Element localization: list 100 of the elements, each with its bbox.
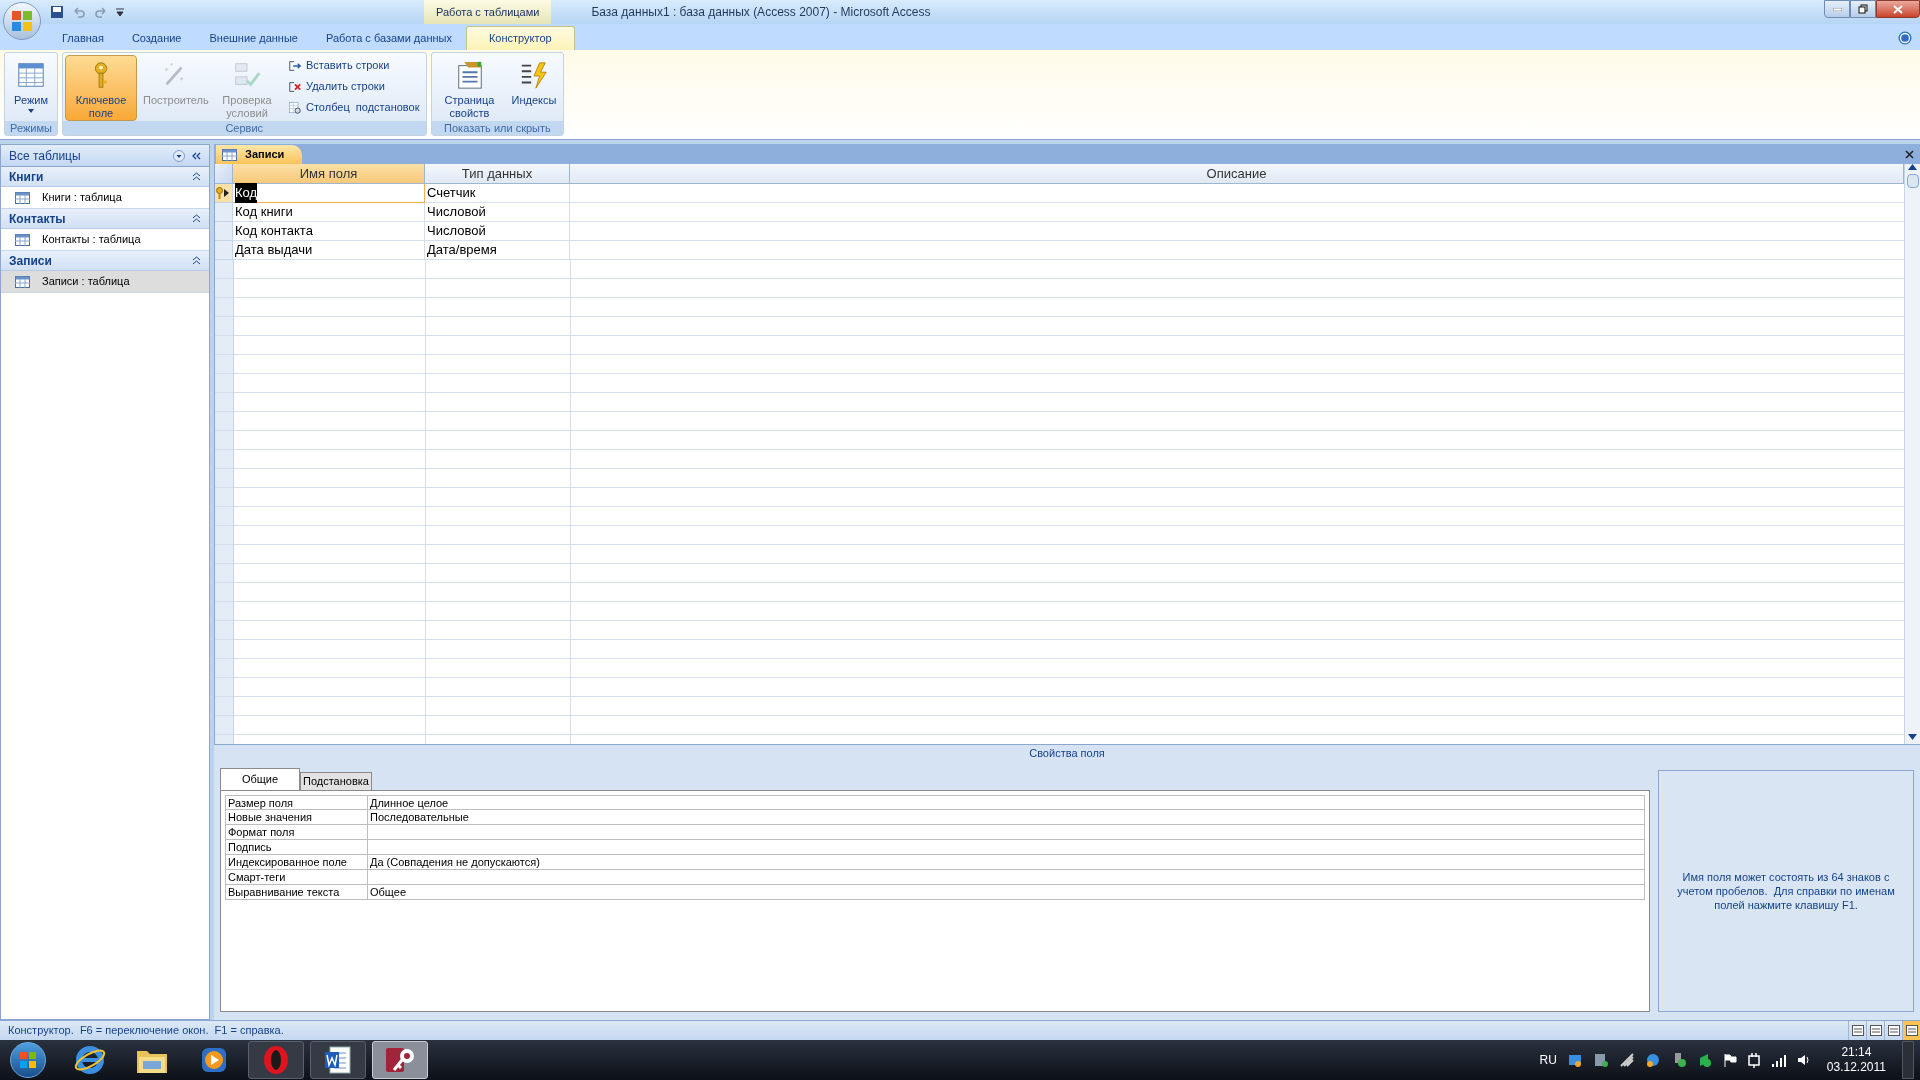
property-value[interactable]: Длинное целое <box>368 796 451 809</box>
office-button[interactable] <box>3 2 41 40</box>
office-logo-icon <box>11 10 33 32</box>
group-label: Сервис <box>63 121 426 135</box>
property-label: Формат поля <box>226 825 368 839</box>
table-cell[interactable]: Числовой <box>425 203 570 222</box>
view-button[interactable] <box>1902 1021 1920 1040</box>
context-tab-group: Работа с таблицами <box>424 0 552 24</box>
table-cell[interactable]: Счетчик <box>425 184 570 203</box>
group-header[interactable]: Записи <box>1 251 209 271</box>
clock[interactable]: 21:14 03.12.2011 <box>1826 1045 1886 1075</box>
group-header[interactable]: Контакты <box>1 209 209 229</box>
nav-item[interactable]: Записи : таблица <box>1 271 209 293</box>
view-icon <box>1905 1025 1918 1036</box>
table-cell[interactable]: Код <box>233 184 425 203</box>
section-heading: Свойства поля <box>214 744 1920 762</box>
view-icon <box>1869 1025 1882 1036</box>
close-icon[interactable] <box>1905 150 1914 159</box>
property-tab[interactable]: Подстановка <box>300 772 372 790</box>
table-cell[interactable]: Дата выдачи <box>233 241 425 260</box>
start-button[interactable] <box>10 1042 46 1078</box>
property-label: Индексированное поле <box>226 855 368 869</box>
table-cell[interactable]: Числовой <box>425 222 570 241</box>
flag-icon[interactable] <box>1722 1053 1737 1067</box>
taskbar-app[interactable] <box>310 1041 366 1079</box>
help-icon[interactable] <box>1898 31 1912 45</box>
power-plug-icon[interactable] <box>1746 1052 1761 1068</box>
ribbon-tab[interactable]: Создание <box>117 26 196 50</box>
column-header[interactable]: Имя поля <box>233 164 425 184</box>
property-value[interactable]: Да (Совпадения не допускаются) <box>368 855 542 869</box>
insert-rows-icon <box>288 58 302 73</box>
globe-e-icon <box>73 1043 107 1077</box>
property-label: Размер поля <box>226 796 368 809</box>
ribbon-button[interactable]: Столбец подстановок <box>284 97 424 118</box>
property-label: Выравнивание текста <box>226 885 368 899</box>
restore-button[interactable] <box>1850 0 1876 18</box>
scroll-thumb[interactable] <box>1906 174 1919 188</box>
ribbon-button[interactable]: Удалить строки <box>284 76 424 97</box>
property-tab[interactable]: Общие <box>220 768 300 790</box>
property-value[interactable]: Общее <box>368 885 409 899</box>
ribbon-button[interactable]: Вставить строки <box>284 55 424 76</box>
view-icon <box>1851 1025 1864 1036</box>
table-cell[interactable]: Код контакта <box>233 222 425 241</box>
collapse-icon <box>192 214 201 223</box>
table-cell[interactable]: Код книги <box>233 203 425 222</box>
property-label: Новые значения <box>226 810 368 824</box>
ribbon-button[interactable]: Ключевое поле <box>65 55 137 121</box>
ribbon-button[interactable]: Страница свойств <box>433 55 506 121</box>
tray-icon[interactable] <box>1644 1052 1661 1068</box>
property-label: Смарт-теги <box>226 870 368 884</box>
ribbon-button[interactable]: Индексы <box>506 55 562 121</box>
windows-logo-icon <box>19 1051 37 1069</box>
table-icon <box>15 233 30 246</box>
window-title: База данных1 : база данных (Access 2007) - Microsoft Access <box>591 4 931 21</box>
close-icon <box>1893 4 1903 14</box>
table-cell[interactable]: Дата/время <box>425 241 570 260</box>
row-selector[interactable] <box>215 184 233 203</box>
table-icon <box>222 148 237 161</box>
key-icon <box>215 187 224 199</box>
group-label: Режимы <box>5 121 57 135</box>
opera-icon <box>261 1044 291 1076</box>
restore-icon <box>1858 4 1868 14</box>
signal-icon[interactable] <box>1770 1053 1787 1067</box>
view-icon <box>1887 1025 1900 1036</box>
language-indicator[interactable]: RU <box>1539 1051 1557 1069</box>
ribbon-tab[interactable]: Внешние данные <box>195 26 312 50</box>
column-header[interactable]: Тип данных <box>425 164 570 184</box>
speaker-icon[interactable] <box>1796 1053 1811 1067</box>
tray-icon[interactable] <box>1592 1052 1609 1068</box>
status-text: Конструктор. F6 = переключение окон. F1 = справка. <box>8 1023 284 1039</box>
ribbon-button[interactable]: Режим <box>7 55 55 121</box>
datasheet-icon <box>16 60 46 90</box>
tray-icon[interactable] <box>1566 1052 1583 1068</box>
group-label: Показать или скрыть <box>431 121 564 135</box>
tray-icon[interactable] <box>1618 1052 1635 1068</box>
minimize-icon <box>1832 7 1842 11</box>
document-tab[interactable]: Записи <box>216 145 303 164</box>
ribbon-tab[interactable]: Конструктор <box>465 26 575 50</box>
collapse-icon[interactable] <box>191 150 201 161</box>
collapse-icon <box>192 172 201 181</box>
collapse-icon <box>192 256 201 265</box>
save-icon[interactable] <box>50 5 64 19</box>
property-value[interactable]: Последовательные <box>368 810 471 824</box>
document-icon <box>322 1044 354 1076</box>
play-icon <box>199 1045 229 1075</box>
lookup-column-icon <box>288 100 302 115</box>
help-text: Имя поля может состоять из 64 знаков с учетом пробелов. Для справки по именам полей нажмите клавишу F1. <box>1676 870 1896 912</box>
delete-rows-icon <box>288 79 302 94</box>
customize-icon[interactable] <box>116 7 124 17</box>
group-header[interactable]: Книги <box>1 167 209 187</box>
dropdown-icon[interactable] <box>173 149 185 162</box>
close-button[interactable] <box>1876 0 1920 18</box>
scrollbar[interactable] <box>1904 164 1920 744</box>
table-icon <box>15 275 30 288</box>
current-row-icon <box>224 189 229 197</box>
ribbon-tab[interactable]: Работа с базами данных <box>311 26 466 50</box>
scroll-down-icon <box>1908 734 1917 740</box>
ribbon-tab[interactable]: Главная <box>48 26 118 50</box>
property-label: Подпись <box>226 840 368 854</box>
column-header[interactable]: Описание <box>570 164 1904 184</box>
